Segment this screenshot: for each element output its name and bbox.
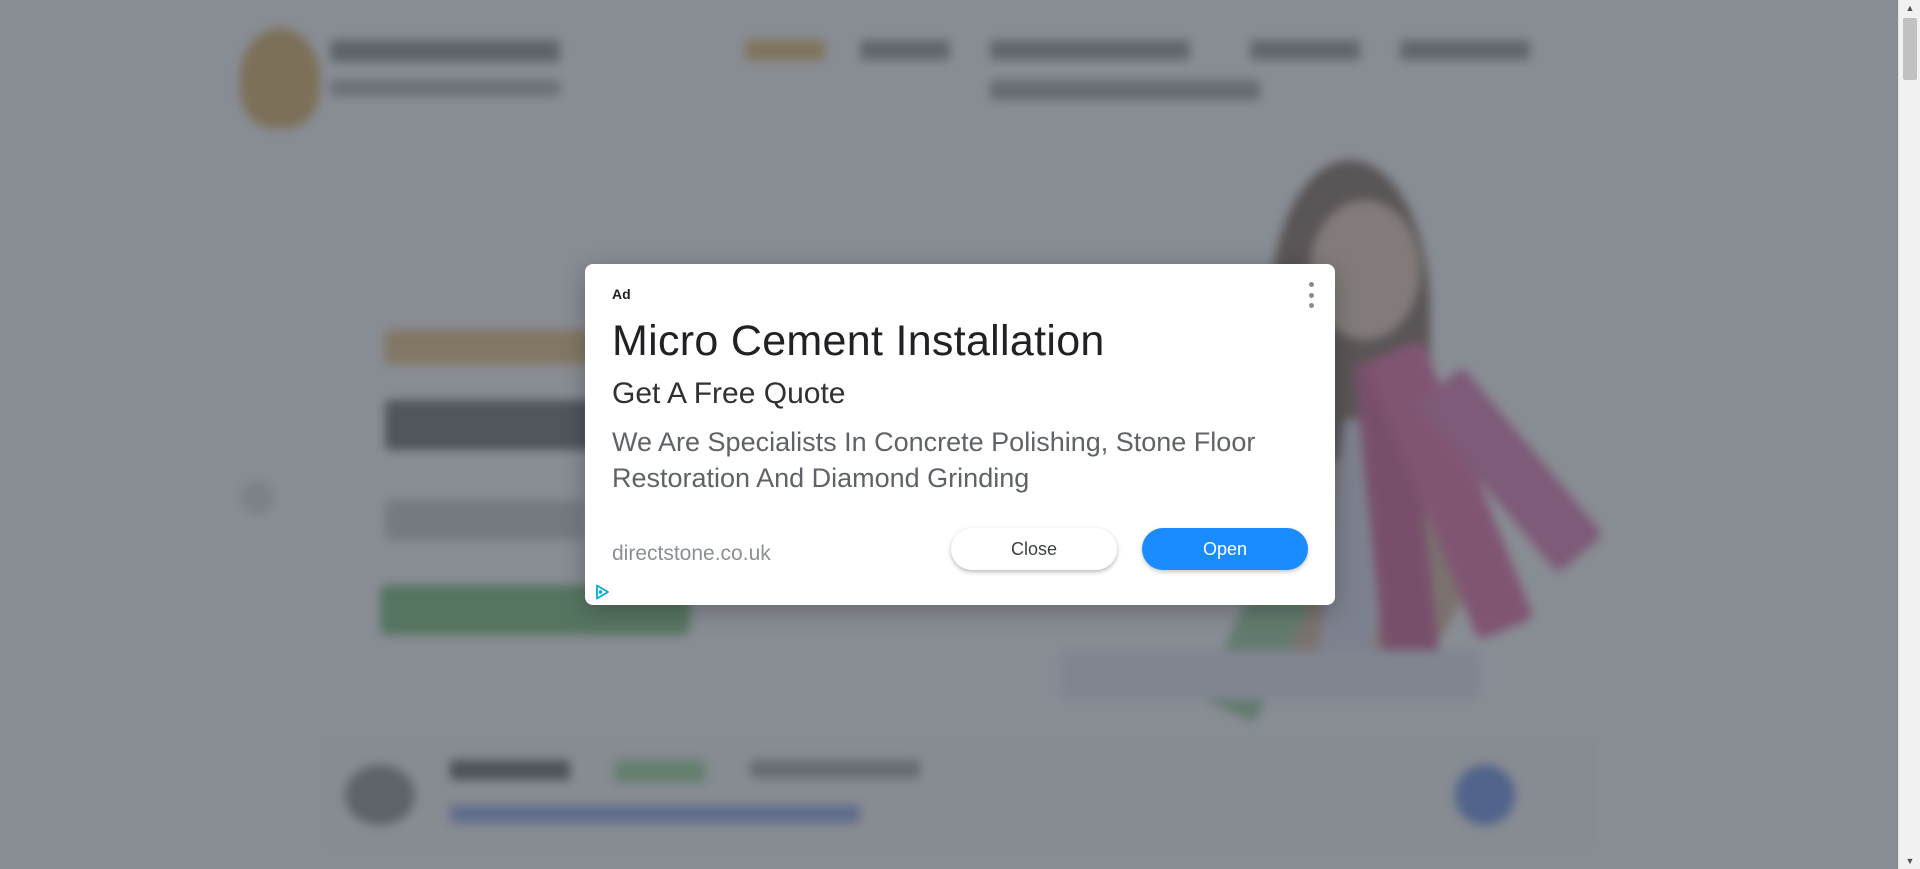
- open-button[interactable]: Open: [1142, 528, 1308, 570]
- adchoices-icon[interactable]: [593, 583, 611, 601]
- menu-dot: [1308, 282, 1314, 287]
- ad-subheadline[interactable]: Get A Free Quote: [612, 377, 845, 411]
- menu-dot: [1308, 292, 1314, 298]
- ad-headline[interactable]: Micro Cement Installation: [612, 317, 1105, 366]
- scroll-down-icon[interactable]: ▼: [1899, 853, 1920, 869]
- menu-dot: [1308, 303, 1314, 308]
- page-scrollbar[interactable]: ▲ ▼: [1898, 0, 1920, 869]
- close-button[interactable]: Close: [951, 528, 1117, 570]
- ad-display-url[interactable]: directstone.co.uk: [612, 542, 771, 566]
- scroll-up-icon[interactable]: ▲: [1899, 0, 1920, 16]
- more-vertical-icon[interactable]: [1303, 282, 1319, 308]
- ad-label: Ad: [612, 286, 631, 302]
- scrollbar-thumb[interactable]: [1903, 18, 1917, 80]
- interstitial-ad-dialog: Ad Micro Cement Installation Get A Free …: [585, 264, 1335, 605]
- ad-description[interactable]: We Are Specialists In Concrete Polishing…: [612, 424, 1312, 496]
